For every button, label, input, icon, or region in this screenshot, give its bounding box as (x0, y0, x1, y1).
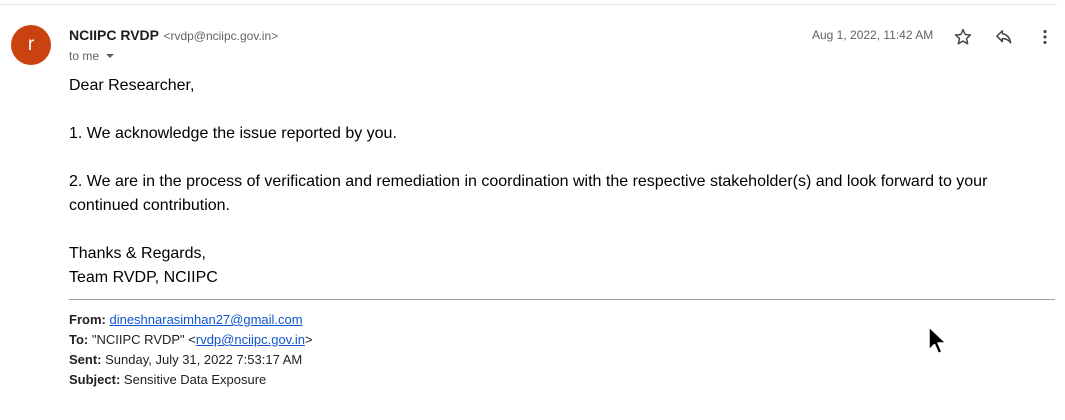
sent-label: Sent: (69, 352, 102, 367)
from-email-link[interactable]: dineshnarasimhan27@gmail.com (109, 312, 302, 327)
body-point-1: 1. We acknowledge the issue reported by … (69, 125, 397, 142)
greeting: Dear Researcher, (69, 77, 195, 94)
signoff-line-2: Team RVDP, NCIIPC (69, 269, 218, 286)
star-icon[interactable] (951, 25, 975, 49)
to-name: "NCIIPC RVDP" < (91, 332, 196, 347)
subject-label: Subject: (69, 372, 121, 387)
to-label: To: (69, 332, 89, 347)
sender-name[interactable]: NCIIPC RVDP (69, 27, 159, 43)
quote-divider (69, 299, 1055, 300)
sender-line: NCIIPC RVDP <rvdp@nciipc.gov.in> (69, 27, 278, 45)
avatar-letter: r (27, 34, 35, 55)
sender-avatar[interactable]: r (11, 25, 51, 65)
signoff-line-1: Thanks & Regards, (69, 245, 206, 262)
subject-value: Sensitive Data Exposure (123, 372, 267, 387)
sender-email: <rvdp@nciipc.gov.in> (163, 29, 279, 43)
top-divider (0, 4, 1057, 5)
quoted-from-row: From: dineshnarasimhan27@gmail.com (69, 310, 313, 330)
more-vert-icon[interactable] (1033, 25, 1057, 49)
recipient-details-toggle[interactable]: to me (69, 48, 118, 64)
quoted-message-header: From: dineshnarasimhan27@gmail.com To: "… (69, 310, 313, 390)
message-date: Aug 1, 2022, 11:42 AM (812, 28, 934, 42)
mouse-pointer-icon (927, 326, 949, 356)
quoted-subject-row: Subject: Sensitive Data Exposure (69, 370, 313, 390)
reply-icon[interactable] (992, 25, 1016, 49)
quoted-sent-row: Sent: Sunday, July 31, 2022 7:53:17 AM (69, 350, 313, 370)
to-label: to me (69, 49, 100, 63)
sent-value: Sunday, July 31, 2022 7:53:17 AM (105, 352, 303, 367)
chevron-down-icon[interactable] (102, 48, 118, 64)
to-email-link[interactable]: rvdp@nciipc.gov.in (196, 332, 305, 347)
message-body: Dear Researcher, 1. We acknowledge the i… (69, 74, 1049, 290)
quoted-to-row: To: "NCIIPC RVDP" <rvdp@nciipc.gov.in> (69, 330, 313, 350)
from-label: From: (69, 312, 106, 327)
to-suffix: > (304, 332, 313, 347)
body-point-2: 2. We are in the process of verification… (69, 173, 988, 214)
